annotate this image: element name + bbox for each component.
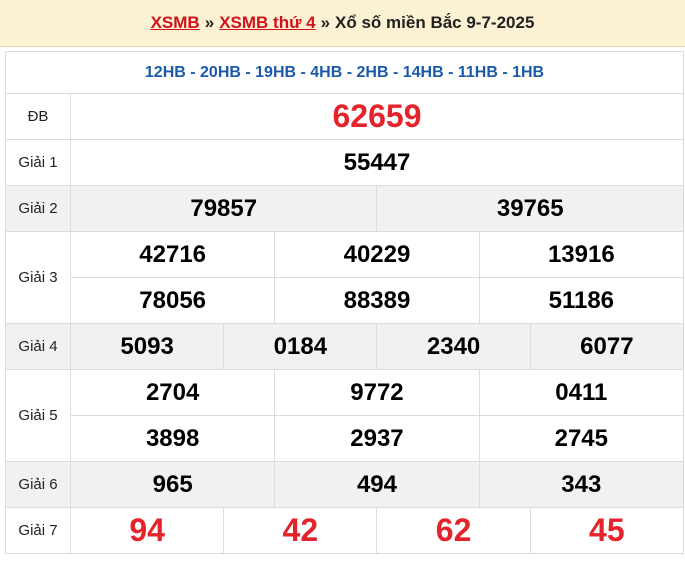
special-prize-number: 62659 [70,93,684,140]
prize-label-g4: Giải 4 [5,323,71,370]
prize-row-g5b: 3898 2937 2745 [6,415,685,462]
breadcrumb-link-xsmb-thu4[interactable]: XSMB thứ 4 [219,13,315,33]
prize-number: 51186 [478,277,685,324]
prize-row-g3b: 78056 88389 51186 [6,277,685,324]
breadcrumb-separator: » [320,13,331,32]
prize-number: 494 [274,461,480,508]
prize-row-db: ĐB 62659 [5,93,684,140]
prize-row-g1: Giải 1 55447 [5,139,684,186]
special-codes-row: 12HB - 20HB - 19HB - 4HB - 2HB - 14HB - … [5,51,684,94]
prize-number: 965 [69,461,276,508]
prize-label-db: ĐB [5,93,71,140]
special-codes: 12HB - 20HB - 19HB - 4HB - 2HB - 14HB - … [5,51,684,94]
breadcrumb-link-xsmb[interactable]: XSMB [151,13,200,33]
prize-number: 88389 [274,277,480,324]
prize-number: 79857 [69,185,378,232]
prize-label-g5: Giải 5 [5,369,71,462]
prize-row-g5: Giải 5 2704 9772 0411 [5,369,685,462]
prize-number: 13916 [478,231,685,278]
prize-number: 2745 [478,415,685,462]
prize-row-g4: Giải 4 5093 0184 2340 6077 [5,323,685,370]
prize-number: 2937 [274,415,480,462]
prize-label-g7: Giải 7 [5,507,71,554]
prize-number: 2340 [376,323,531,370]
prize-number: 78056 [69,277,276,324]
prize-row-g2: Giải 2 79857 39765 [5,185,684,232]
prize-row-g7: Giải 7 94 42 62 45 [5,507,685,554]
prize-row-g6: Giải 6 965 494 343 [5,461,685,508]
prize-number: 343 [478,461,685,508]
results-table: 12HB - 20HB - 19HB - 4HB - 2HB - 14HB - … [5,51,685,554]
prize-label-g6: Giải 6 [5,461,71,508]
lottery-result-page: XSMB » XSMB thứ 4 » Xổ số miền Bắc 9-7-2… [0,0,685,569]
prize-number: 40229 [274,231,480,278]
prize-number: 55447 [70,139,684,186]
prize-label-g2: Giải 2 [5,185,71,232]
prize-number: 45 [529,507,685,554]
prize-number: 9772 [274,369,480,416]
prize-number: 94 [69,507,225,554]
prize-number: 42 [223,507,378,554]
prize-number: 62 [376,507,531,554]
prize-number: 2704 [69,369,276,416]
prize-label-g1: Giải 1 [5,139,71,186]
page-title: Xổ số miền Bắc 9-7-2025 [335,13,535,32]
prize-number: 3898 [69,415,276,462]
prize-number: 6077 [529,323,685,370]
prize-row-g3: Giải 3 42716 40229 13916 [5,231,685,324]
prize-number: 0184 [223,323,378,370]
breadcrumb: XSMB » XSMB thứ 4 » Xổ số miền Bắc 9-7-2… [0,0,685,47]
prize-label-g3: Giải 3 [5,231,71,324]
prize-number: 42716 [69,231,276,278]
prize-number: 5093 [69,323,225,370]
prize-number: 39765 [376,185,684,232]
breadcrumb-separator: » [204,13,215,32]
prize-number: 0411 [478,369,685,416]
